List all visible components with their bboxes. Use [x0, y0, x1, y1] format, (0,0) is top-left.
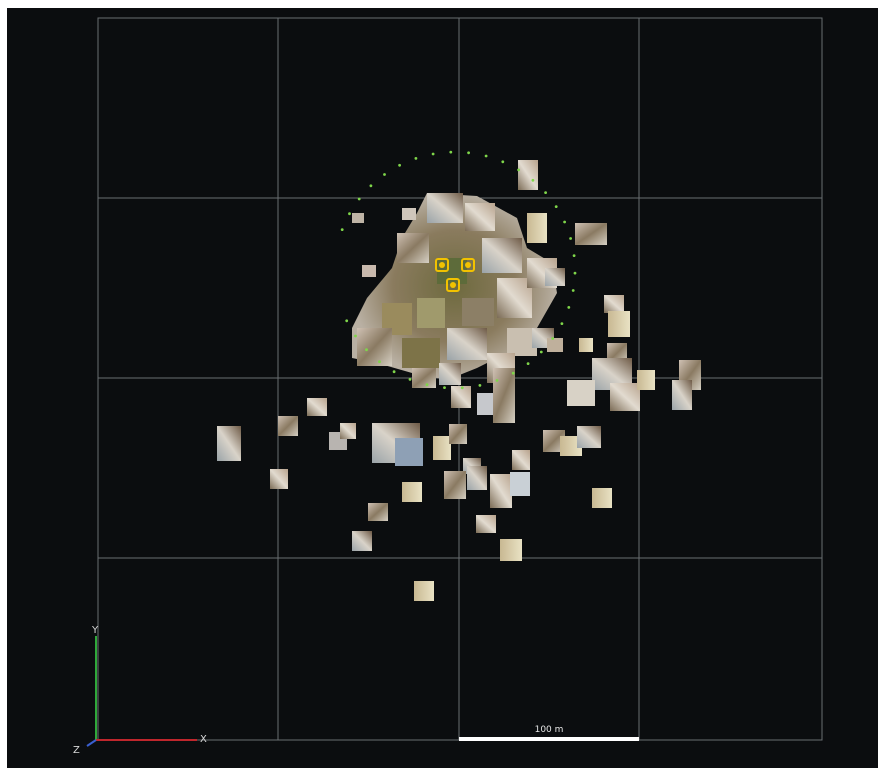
- trajectory-point: [563, 220, 566, 224]
- trajectory-point: [511, 371, 515, 375]
- scale-bar-label: 100 m: [534, 725, 564, 735]
- x-axis-label: X: [200, 734, 207, 745]
- scene-canvas[interactable]: [7, 8, 878, 768]
- trajectory-point: [551, 337, 555, 340]
- trajectory-point: [369, 184, 373, 188]
- trajectory-point: [425, 383, 429, 387]
- trajectory-point: [526, 362, 530, 365]
- trajectory-point: [467, 151, 470, 155]
- trajectory-point: [443, 386, 446, 389]
- trajectory-point: [345, 319, 349, 323]
- trajectory-point: [414, 157, 418, 160]
- trajectory-point: [560, 322, 564, 325]
- 3d-viewport[interactable]: Y X Z 100 m: [7, 8, 878, 768]
- trajectory-point: [398, 163, 401, 167]
- trajectory-point: [383, 173, 386, 176]
- trajectory-point: [478, 384, 482, 387]
- trajectory-point: [501, 160, 505, 164]
- trajectory-point: [495, 379, 499, 382]
- axis-gizmo: [86, 636, 197, 747]
- trajectory-point: [573, 271, 577, 275]
- trajectory-point: [460, 386, 464, 390]
- trajectory-point: [544, 191, 547, 195]
- trajectory-point: [531, 178, 535, 182]
- trajectory-point: [571, 289, 575, 292]
- z-axis-label: Z: [73, 745, 80, 756]
- scale-bar: [459, 737, 639, 741]
- trajectory-point: [408, 378, 412, 381]
- y-axis-label: Y: [92, 625, 99, 636]
- trajectory-point: [572, 254, 576, 257]
- trajectory-point: [354, 334, 357, 338]
- trajectory-point: [569, 237, 572, 240]
- trajectory-point: [449, 150, 453, 154]
- trajectory-point: [378, 360, 381, 364]
- trajectory-point: [340, 228, 344, 232]
- trajectory-point: [357, 197, 361, 201]
- trajectory-point: [484, 154, 488, 158]
- trajectory-point: [517, 168, 520, 172]
- trajectory-point: [392, 370, 396, 374]
- trajectory-point: [348, 212, 351, 216]
- trajectory-point: [431, 152, 435, 156]
- trajectory-point: [567, 306, 571, 309]
- trajectory-point: [554, 205, 558, 209]
- trajectory-point: [539, 350, 543, 354]
- trajectory-point: [365, 348, 368, 352]
